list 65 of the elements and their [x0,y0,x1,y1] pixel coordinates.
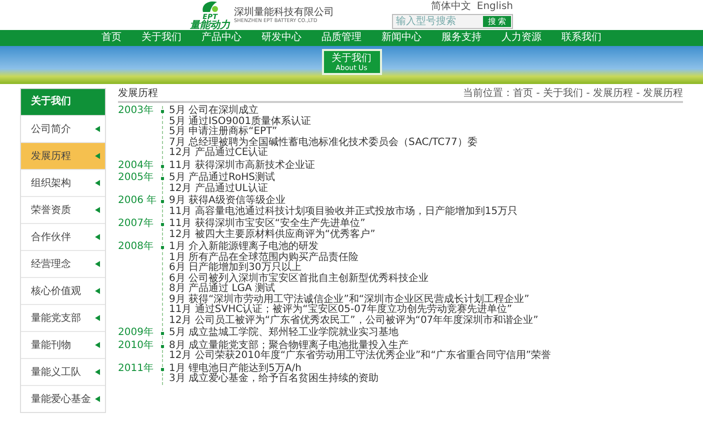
timeline-event: 12月 产品通过UL认证 [169,184,269,194]
year-label: 2003年 [118,106,154,118]
year-label: 2005年 [118,173,154,185]
breadcrumb: 当前位置：首页 - 关于我们 - 发展历程 - 发展历程 [463,88,683,100]
nav-link[interactable]: 人力资源 [492,30,552,46]
nav-link[interactable]: 新闻中心 [372,30,432,46]
sidebar-item[interactable]: 发展历程 [21,142,105,169]
timeline-event: 3月 成立爱心基金，给予百名贫困生持续的资助 [169,374,379,384]
timeline-event: 5月 产品通过RoHS测试 [169,173,276,183]
timeline-event: 5月 成立盐城工学院、郑州轻工业学院就业实习基地 [169,328,399,338]
year-label: 2007年 [118,219,154,231]
year-label: 2011年 [118,364,154,376]
arrow-icon [95,207,100,213]
timeline-event: 8月 成立量能党支部；聚合物锂离子电池批量投入生产 [169,340,409,350]
arrow-icon [95,342,100,348]
nav-link[interactable]: 产品中心 [192,30,252,46]
timeline-event: 9月 获得“深圳市劳动用工守法诚信企业”和“深圳市企业区民营成长计划工程企业” [169,294,530,304]
timeline-event: 1月 锂电池日产能达到5万A/h [169,364,302,374]
timeline-event: 12月 产品通过CE认证 [169,148,270,158]
timeline-event: 1月 介入新能源锂离子电池的研发 [169,242,319,252]
year-label: 2009年 [118,328,154,338]
nav-link[interactable]: 首页 [92,30,132,46]
arrow-icon [95,396,100,402]
timeline-event: 6月 日产能增加到30万只以上 [169,263,302,273]
year-label: 2008年 [118,242,154,254]
year-label: 2006 年 [118,196,158,208]
logo-name: 量能动力 [190,20,230,30]
timeline-event: 12月 公司员工被评为“广东省优秀农民工”，公司被评为“07年年度深圳市和谐企业” [169,316,538,326]
timeline-event: 5月 通过ISO9001质量体系认证 [169,116,312,126]
timeline-event: 1月 所有产品在全球范围内购买产品责任险 [169,252,360,262]
timeline-event: 11月 通过SVHC认证；被评为“宝安区05-07年度立功创先劳动竞赛先进单位” [169,305,512,315]
timeline-event: 5月 公司在深圳成立 [169,106,259,116]
arrow-icon [95,315,100,321]
timeline-event: 11月 获得深圳市高新技术企业证 [169,160,315,171]
timeline-event: 12月 被四大主要原材料供应商评为“优秀客户” [169,230,376,240]
timeline-event: 8月 产品通过 LGA 测试 [169,284,276,294]
arrow-icon [95,261,100,267]
year-label: 2004年 [118,160,154,171]
timeline-event: 9月 获得A级资信等级企业 [169,196,286,206]
section-title: 发展历程 [118,88,158,100]
year-label: 2010年 [118,340,154,352]
timeline-event: 11月 高容量电池通过科技计划项目验收并正式投放市场，日产能增加到15万只 [169,206,518,217]
timeline-event: 7月 总经理被聘为全国碱性蓄电池标准化技术委员会（SAC/TC77）委 [169,138,478,148]
timeline-event: 12月 公司荣获2010年度“广东省劳动用工守法优秀企业”和“广东省重合同守信用”荣誉 [169,351,552,362]
banner-title: 关于我们 [332,52,372,64]
arrow-icon [95,126,100,132]
arrow-icon [95,153,100,159]
nav-link[interactable]: 研发中心 [252,30,312,46]
sidebar-title: 关于我们 [21,89,105,115]
nav-link[interactable]: 关于我们 [132,30,192,46]
nav-link[interactable]: 联系我们 [552,30,612,46]
language-link[interactable]: English [476,1,513,12]
timeline-event: 6月 公司被列入深圳市宝安区首批自主创新型优秀科技企业 [169,274,430,284]
nav-link[interactable]: 服务支持 [432,30,492,46]
timeline-event: 5月 申请注册商标“EPT” [169,127,278,137]
search-field[interactable]: 输入型号搜索 搜 索 [392,14,513,29]
arrow-icon [95,234,100,240]
language-link[interactable]: 简体中文 [430,1,471,12]
nav-link[interactable]: 品质管理 [312,30,372,46]
arrow-icon [95,288,100,294]
arrow-icon [95,369,100,375]
arrow-icon [95,180,100,186]
company-name: 深圳量能科技有限公司 [234,6,334,18]
search-button[interactable]: 搜 索 [482,16,511,27]
timeline-event: 11月 获得深圳市宝安区“安全生产先进单位” [169,219,366,229]
